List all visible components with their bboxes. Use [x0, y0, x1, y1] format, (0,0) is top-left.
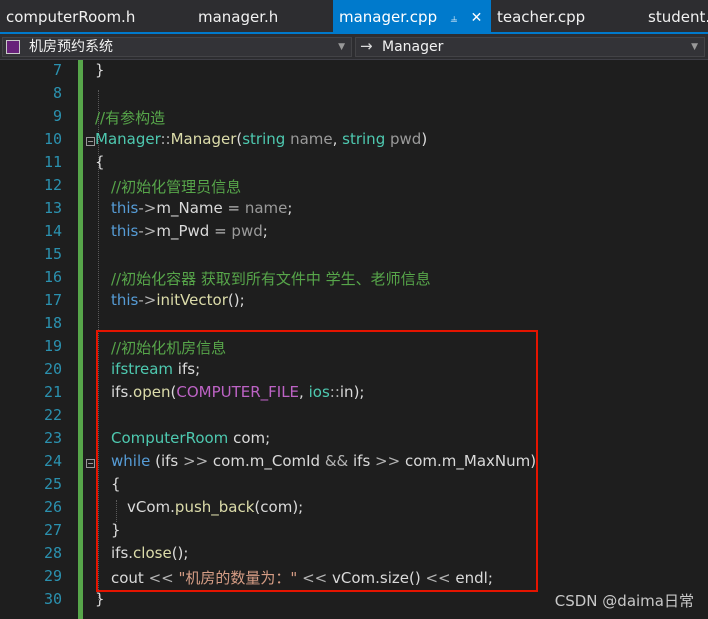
line-number: 10 [43, 130, 62, 148]
chevron-down-icon: ▼ [338, 42, 345, 52]
line-number: 30 [43, 590, 62, 608]
line-number: 8 [52, 84, 62, 102]
tab-teacher-cpp[interactable]: teacher.cpp [491, 0, 591, 32]
line-number: 21 [43, 383, 62, 401]
tab-manager-cpp[interactable]: manager.cpp ⫨ ✕ [333, 0, 491, 32]
line-number: 16 [43, 268, 62, 286]
line-number: 18 [43, 314, 62, 332]
line-number-gutter: 7 8 9 10 11 12 13 14 15 16 17 18 19 20 2… [0, 60, 78, 619]
tab-label: manager.cpp [339, 8, 438, 26]
close-icon[interactable]: ✕ [471, 1, 483, 32]
code-line-13: this->m_Name = name; [111, 199, 293, 217]
line-number: 20 [43, 360, 62, 378]
line-number: 19 [43, 337, 62, 355]
line-number: 25 [43, 475, 62, 493]
line-number: 14 [43, 222, 62, 240]
member-dropdown[interactable]: → Manager ▼ [355, 37, 705, 57]
line-number: 28 [43, 544, 62, 562]
line-number: 9 [52, 107, 62, 125]
code-line-9: //有参构造 [95, 109, 166, 127]
arrow-right-icon: → [360, 37, 373, 55]
line-number: 24 [43, 452, 62, 470]
line-number: 29 [43, 567, 62, 585]
watermark: CSDN @daima日常 [554, 592, 694, 610]
tab-computerroom-h[interactable]: computerRoom.h [0, 0, 141, 32]
project-icon [6, 40, 20, 54]
line-number: 17 [43, 291, 62, 309]
line-number: 12 [43, 176, 62, 194]
code-line-11: { [95, 153, 105, 171]
code-line-12: //初始化管理员信息 [111, 178, 242, 196]
line-number: 22 [43, 406, 62, 424]
navigation-bar: 机房预约系统 ▼ → Manager ▼ [0, 34, 708, 60]
line-number: 27 [43, 521, 62, 539]
code-line-7: } [95, 61, 105, 79]
chevron-down-icon: ▼ [691, 42, 698, 52]
line-number: 7 [52, 61, 62, 79]
code-line-14: this->m_Pwd = pwd; [111, 222, 268, 240]
pin-icon[interactable]: ⫨ [448, 1, 460, 32]
tab-student[interactable]: student. [642, 0, 708, 32]
tab-label: teacher.cpp [497, 8, 586, 26]
project-label: 机房预约系统 [29, 39, 113, 55]
member-label: Manager [382, 39, 444, 55]
code-editor[interactable]: 7 8 9 10 11 12 13 14 15 16 17 18 19 20 2… [0, 60, 708, 619]
line-number: 23 [43, 429, 62, 447]
tab-label: computerRoom.h [6, 8, 136, 26]
line-number: 15 [43, 245, 62, 263]
code-line-30: } [95, 590, 105, 608]
line-number: 13 [43, 199, 62, 217]
tab-bar: computerRoom.h manager.h manager.cpp ⫨ ✕… [0, 0, 708, 34]
highlight-box [96, 330, 538, 592]
tab-label: manager.h [198, 8, 279, 26]
code-line-17: this->initVector(); [111, 291, 245, 309]
collapse-icon[interactable]: − [86, 459, 95, 468]
change-indicator-bar [78, 60, 83, 619]
code-line-16: //初始化容器 获取到所有文件中 学生、老师信息 [111, 270, 431, 288]
collapse-icon[interactable]: − [86, 137, 95, 146]
line-number: 26 [43, 498, 62, 516]
tab-manager-h[interactable]: manager.h [192, 0, 284, 32]
line-number: 11 [43, 153, 62, 171]
project-dropdown[interactable]: 机房预约系统 ▼ [2, 37, 352, 57]
code-line-10: Manager::Manager(string name, string pwd… [95, 130, 428, 148]
tab-label: student. [648, 8, 708, 26]
